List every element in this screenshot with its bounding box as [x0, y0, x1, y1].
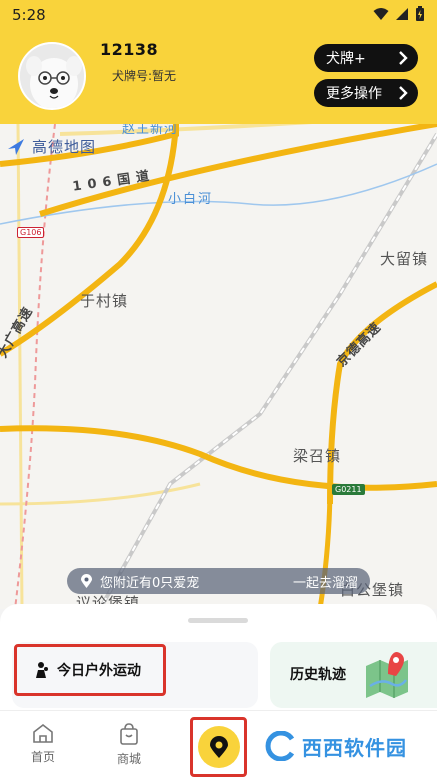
more-actions-label: 更多操作 — [326, 86, 382, 102]
dog-tag-plus-button[interactable]: 犬牌+ — [314, 44, 418, 72]
profile-header: 5:28 12138 犬牌号:暂无 犬牌+ 更多操作 — [0, 0, 437, 124]
dog-tag-number: 犬牌号:暂无 — [112, 69, 177, 83]
history-track-card[interactable]: 历史轨迹 — [270, 642, 437, 708]
wifi-icon — [373, 8, 389, 20]
map-locate-disc — [197, 726, 240, 768]
road-shield-g106: G106 — [17, 227, 45, 238]
chevron-right-icon — [399, 51, 408, 65]
location-pin-icon — [209, 736, 228, 758]
sheet-drag-handle[interactable] — [188, 618, 248, 623]
dog-tag-plus-label: 犬牌+ — [326, 51, 366, 67]
tab-home-label: 首页 — [30, 750, 55, 764]
watermark-text: 西西软件园 — [302, 735, 407, 760]
watermark: 西西软件园 — [262, 731, 407, 761]
home-icon — [33, 723, 53, 743]
battery-charging-icon — [416, 6, 424, 21]
today-outdoor-label: 今日户外运动 — [57, 663, 141, 679]
map-brand-label: 高德地图 — [32, 138, 97, 156]
status-icons — [373, 6, 425, 22]
bottom-tab-bar: 首页 商城 西西软件园 — [0, 710, 437, 777]
amap-logo-icon — [8, 138, 24, 155]
nearby-pets-banner[interactable]: 您附近有0只爱宠 一起去溜溜 — [67, 568, 370, 594]
map-brand: 高德地图 — [6, 136, 96, 157]
avatar[interactable] — [18, 42, 86, 110]
status-bar: 5:28 — [0, 0, 437, 32]
map-label-town-dali: 大留镇 — [380, 250, 429, 268]
map-label-river: 小白河 — [168, 192, 214, 207]
cellular-signal-icon — [396, 8, 408, 20]
walking-person-icon — [36, 662, 48, 678]
shopping-bag-icon — [120, 723, 138, 745]
walk-together-link[interactable]: 一起去溜溜 — [293, 572, 358, 591]
tab-shop[interactable]: 商城 — [99, 723, 159, 767]
map-label-town-liangzhao: 梁召镇 — [293, 447, 342, 465]
map-view[interactable]: 高德地图 赵王新河 106国道 小白河 大留镇 于村镇 大广高速 京德高速 梁召… — [0, 124, 437, 609]
road-shield-g0211: G0211 — [332, 484, 365, 495]
username: 12138 — [100, 40, 159, 59]
more-actions-button[interactable]: 更多操作 — [314, 79, 418, 107]
tab-shop-label: 商城 — [116, 752, 141, 766]
map-roads — [0, 124, 437, 609]
status-time: 5:28 — [12, 6, 46, 24]
dog-avatar-icon — [20, 44, 84, 108]
map-locate-tab[interactable] — [190, 717, 247, 777]
location-pin-icon — [81, 574, 92, 588]
folded-map-icon — [366, 652, 408, 698]
map-label-town-yucun: 于村镇 — [80, 292, 129, 310]
watermark-logo-icon — [265, 731, 295, 761]
map-label-road-north: 赵王新河 — [122, 124, 179, 137]
nearby-pets-text: 您附近有0只爱宠 — [100, 575, 200, 591]
history-track-label: 历史轨迹 — [290, 667, 346, 683]
today-outdoor-highlight: 今日户外运动 — [14, 644, 166, 696]
tab-home[interactable]: 首页 — [13, 723, 73, 765]
today-outdoor-card[interactable]: 今日户外运动 — [12, 642, 258, 708]
chevron-right-icon — [399, 86, 408, 100]
